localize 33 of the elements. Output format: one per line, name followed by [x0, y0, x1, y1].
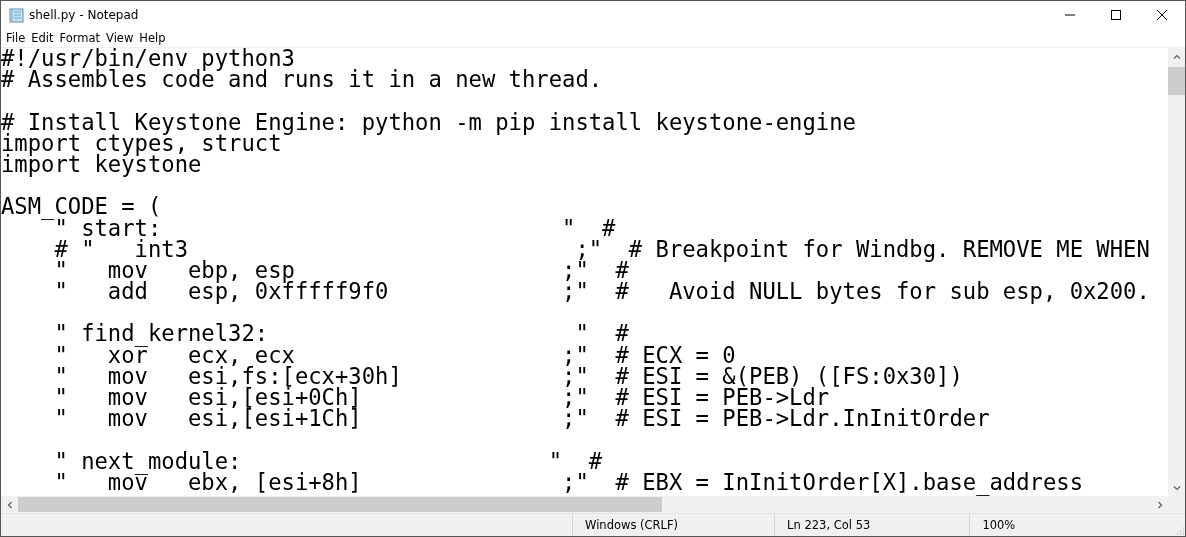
close-icon [1157, 10, 1167, 20]
code-line: ASM_CODE = ( [1, 196, 162, 218]
status-text: Ln 223, Col 53 [774, 514, 970, 536]
horizontal-scrollbar[interactable] [1, 496, 1185, 513]
resize-grip-icon[interactable] [1175, 526, 1185, 536]
code-line: " mov ebp, esp ;" # [53, 259, 629, 282]
code-line: " mov esi,fs:[ecx+30h] ;" # ESI = &(PEB) ([FS:0x30]) [53, 365, 963, 387]
code-line: # " int3 ;" # Breakpoint for Windbg. REMOVE ME WHEN [53, 238, 1150, 260]
code-line: import keystone [1, 153, 202, 176]
code-line: #!/usr/bin/env python3 [1, 48, 295, 70]
code-line: " find_kernel32: " # [53, 323, 629, 345]
menu-item[interactable]: File [3, 29, 29, 47]
scroll-thumb[interactable] [1168, 67, 1185, 95]
scroll-thumb[interactable] [18, 497, 662, 512]
menu-item[interactable]: View [103, 29, 137, 47]
scroll-left-icon[interactable] [5, 500, 14, 509]
window-title: shell.py - Notepad [29, 8, 140, 22]
status-text: Windows (CRLF) [572, 514, 775, 536]
notepad-icon [9, 7, 24, 23]
menu-item[interactable]: Help [136, 29, 169, 47]
maximize-icon [1111, 10, 1121, 20]
menu-item[interactable]: Format [56, 29, 104, 47]
scroll-right-icon[interactable] [1155, 500, 1164, 509]
code-line: " mov esi,[esi+1Ch] ;" # ESI = PEB->Ldr.InInitOrder [53, 408, 990, 430]
vertical-scrollbar[interactable] [1168, 48, 1185, 496]
status-text: 100% [969, 514, 1176, 536]
code-line: # Install Keystone Engine: python -m pip install keystone-engine [1, 111, 856, 133]
code-line: " mov esi,[esi+0Ch] ;" # ESI = PEB->Ldr [53, 387, 830, 409]
code-line: " xor ecx, ecx ;" # ECX = 0 [53, 344, 736, 366]
scroll-up-icon[interactable] [1172, 52, 1181, 61]
code-line: " start: " # [54, 217, 616, 239]
menu-item[interactable]: Edit [28, 29, 57, 47]
scroll-down-icon[interactable] [1172, 483, 1181, 492]
